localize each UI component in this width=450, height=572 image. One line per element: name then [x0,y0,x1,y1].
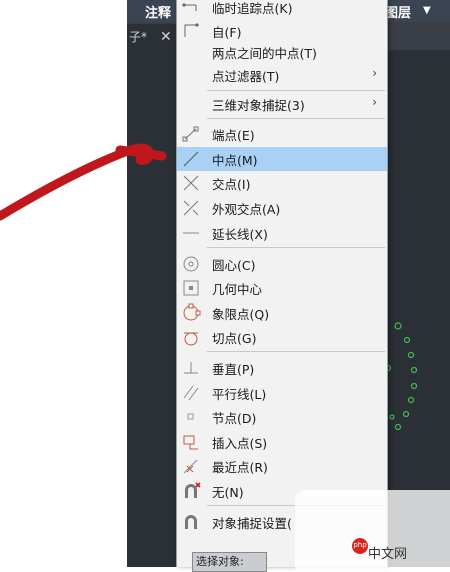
extension-icon [183,232,199,234]
menu-separator [207,118,385,119]
chevron-right-icon: › [372,66,377,80]
watermark-brand: php [353,541,367,549]
perpendicular-icon [184,362,198,374]
menu-item-label: 对象捕捉设置( [212,516,292,531]
menu-item-label: 切点(G) [212,331,257,346]
red-annotation-arrow [0,143,167,221]
menu-separator [207,351,385,352]
menu-item-label: 垂直(P) [212,362,255,377]
menu-item-label: 无(N) [212,485,244,500]
intersection-icon [183,175,199,191]
node-icon [187,413,194,420]
command-line-prompt: 选择对象: [192,552,267,572]
parallel-icon [183,385,199,401]
menu-item-nearest[interactable]: 最近点(R) [177,454,387,478]
menu-item-extension[interactable]: 延长线(X) [177,221,387,245]
menu-item-label: 三维对象捕捉(3) [212,98,305,113]
close-icon[interactable]: ✕ [160,24,172,50]
geometric-center-icon [183,280,199,296]
chevron-right-icon: › [372,95,377,109]
ribbon-tab-layers[interactable]: 图层 [385,2,411,21]
endpoint-icon [182,126,199,142]
tangent-icon [184,332,198,346]
tracking-point-icon [182,3,197,11]
object-snap-context-menu: 临时追踪点(K) 自(F) 两点之间的中点(T) 点过滤器(T) › 三维对象捕… [176,0,388,567]
menu-item-center[interactable]: 圆心(C) [177,252,387,276]
menu-item-label: 圆心(C) [212,258,256,273]
menu-item-endpoint[interactable]: 端点(E) [177,122,387,146]
menu-item-label: 中点(M) [212,153,258,168]
menu-item-insertion[interactable]: 插入点(S) [177,430,387,454]
osnap-settings-icon [185,515,197,529]
menu-item-label: 延长线(X) [212,227,268,242]
menu-item-intersection[interactable]: 交点(I) [177,171,387,195]
menu-separator [207,90,385,91]
menu-separator [207,247,385,248]
menu-item-midpoint[interactable]: 中点(M) [177,147,387,171]
chevron-down-icon[interactable]: ▼ [423,5,431,16]
menu-item-mid-between-points[interactable]: 两点之间的中点(T) [177,40,387,64]
menu-item-3d-osnap[interactable]: 三维对象捕捉(3) › [177,92,387,116]
apparent-intersection-icon [183,200,199,216]
midpoint-icon [183,151,199,167]
menu-item-label: 节点(D) [212,411,257,426]
menu-item-quadrant[interactable]: 象限点(Q) [177,301,387,325]
menu-item-label: 两点之间的中点(T) [212,46,317,61]
menu-item-label: 插入点(S) [212,436,268,451]
watermark-site: 中文网 [368,547,408,562]
menu-item-point-filters[interactable]: 点过滤器(T) › [177,63,387,87]
center-icon [183,256,199,272]
menu-item-parallel[interactable]: 平行线(L) [177,381,387,405]
insertion-icon [183,435,198,450]
menu-item-apparent-intersection[interactable]: 外观交点(A) [177,196,387,220]
none-icon [185,482,201,498]
left-blank-area [0,0,127,567]
menu-item-label: 几何中心 [212,282,263,297]
menu-item-label: 外观交点(A) [212,202,281,217]
quadrant-icon [183,303,201,321]
menu-item-label: 临时追踪点(K) [212,1,293,16]
menu-item-label: 自(F) [212,25,242,40]
menu-item-label: 最近点(R) [212,460,268,475]
menu-item-label: 交点(I) [212,177,251,192]
menu-item-perpendicular[interactable]: 垂直(P) [177,356,387,380]
menu-item-node[interactable]: 节点(D) [177,405,387,429]
menu-item-label: 点过滤器(T) [212,69,280,84]
menu-item-temporary-tracking[interactable]: 临时追踪点(K) [177,0,387,19]
menu-item-geometric-center[interactable]: 几何中心 [177,276,387,300]
menu-item-label: 端点(E) [212,128,255,143]
nearest-icon [183,459,198,474]
ribbon-tab-annotate[interactable]: 注释 [145,2,171,21]
menu-item-label: 象限点(Q) [212,307,270,322]
menu-item-tangent[interactable]: 切点(G) [177,325,387,349]
from-icon [184,23,199,37]
menu-item-label: 平行线(L) [212,387,267,402]
